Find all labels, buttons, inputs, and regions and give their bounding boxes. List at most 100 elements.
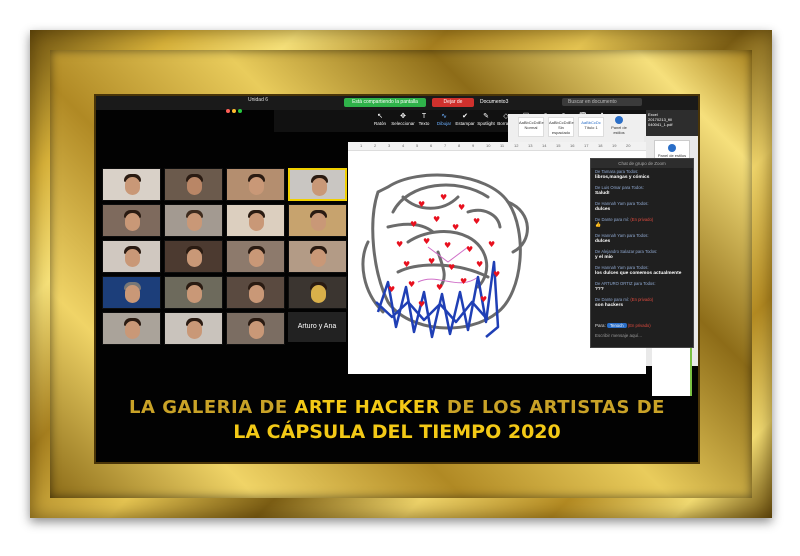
zoom-top-bar: Unidad 6 Está compartiendo la pantalla D… [96,96,698,113]
participant-tile[interactable] [102,168,161,201]
participant-tile[interactable] [226,240,285,273]
ruler-number: 16 [570,143,575,148]
svg-text:♥: ♥ [452,223,459,232]
participant-tile[interactable] [102,276,161,309]
ruler-number: 18 [598,143,603,148]
banner-title: LA GALERIA DE ARTE HACKER DE LOS ARTISTA… [96,396,698,444]
chat-messages: De Tamara para Todos: libros,mangas y cóm… [595,169,689,313]
svg-text:♥: ♥ [433,215,440,224]
ruler-number: 10 [486,143,491,148]
ruler-number: 17 [584,143,589,148]
ruler-number: 1 [360,143,363,148]
participant-tile[interactable] [164,312,223,345]
style-no-spacing[interactable]: AaBbCcDdEe Sin espaciado [548,117,574,137]
participant-tile[interactable] [288,240,347,273]
svg-text:♥: ♥ [458,203,465,212]
window-label: Unidad 6 [248,97,269,103]
document-search-input[interactable]: Buscar en documento [562,98,642,106]
participant-tile[interactable] [226,276,285,309]
minimize-window-icon[interactable] [232,109,236,113]
participant-tile[interactable] [288,204,347,237]
svg-text:♥: ♥ [418,300,425,309]
svg-text:♥: ♥ [428,257,435,266]
ruler-number: 9 [472,143,475,148]
svg-text:♥: ♥ [444,241,451,250]
tool-mouse[interactable]: ↖ Ratón [368,112,392,126]
document-name: Documento3 [480,99,509,105]
participant-tile-active-speaker[interactable] [288,168,347,201]
svg-text:♥: ♥ [493,270,500,279]
ruler-number: 11 [500,143,505,148]
chat-message: De Luis Omar para Todos: Salud! [595,185,644,196]
ruler-number: 20 [626,143,631,148]
chat-message: De ARTURO ORTIZ para Todos:??? [595,281,656,292]
svg-text:♥: ♥ [460,277,467,286]
svg-text:♥: ♥ [408,280,415,289]
style-heading-1[interactable]: AaBbCcDc Título 1 [578,117,604,137]
group-chat-panel: Chat de grupo de Zoom De Tamara para Tod… [590,158,694,348]
chat-title: Chat de grupo de Zoom [591,159,693,168]
participant-tile[interactable] [164,276,223,309]
participant-name-tile[interactable]: Arturo y Ana [288,312,346,342]
participant-gallery: Arturo y Ana [102,168,348,346]
participant-tile[interactable] [164,240,223,273]
stop-share-button[interactable]: Dejar de [432,98,474,107]
ruler-number: 13 [528,143,533,148]
participant-tile[interactable] [102,204,161,237]
close-window-icon[interactable] [226,109,230,113]
style-normal[interactable]: AaBbCcDdEe Normal [518,117,544,137]
chat-recipient-row: Para: Tenoch (En privado) [595,323,651,328]
styles-panel-icon [668,144,676,152]
chat-message: De Hannah Yam para Todos: los dulces que … [595,265,682,276]
banner-line-1: LA GALERIA DE ARTE HACKER DE LOS ARTISTA… [129,397,665,418]
svg-text:♥: ♥ [448,263,455,272]
svg-text:♥: ♥ [480,295,487,304]
participant-tile[interactable] [102,312,161,345]
svg-text:♥: ♥ [403,260,410,269]
ruler-number: 8 [458,143,461,148]
document-ruler: 1 2 3 4 5 6 7 8 9 10 11 12 13 14 15 16 17 18 19 20 [348,142,646,151]
chat-message: De Hannah Yam para Todos: dulces [595,201,649,212]
ruler-number: 6 [430,143,433,148]
svg-text:♥: ♥ [473,217,480,226]
svg-text:♥: ♥ [423,237,430,246]
ruler-number: 19 [612,143,617,148]
ruler-number: 15 [556,143,561,148]
ruler-number: 14 [542,143,547,148]
chat-message-private: De Dante para mí: (En privado) son hacker… [595,297,654,308]
ruler-number: 3 [388,143,391,148]
zoom-window-icon[interactable] [238,109,242,113]
recipient-dropdown[interactable]: Tenoch [607,323,627,328]
svg-text:♥: ♥ [436,283,443,292]
participant-tile[interactable] [226,168,285,201]
chat-message-input[interactable]: Escribir mensaje aquí... [595,333,642,338]
chat-message: De Alejandro Salazar para Todos: y el mío [595,249,658,260]
sharing-status-pill[interactable]: Está compartiendo la pantalla [344,98,426,107]
participant-tile[interactable] [226,204,285,237]
chat-message: De Tamara para Todos: libros,mangas y cóm… [595,169,650,180]
participant-tile[interactable] [102,240,161,273]
participant-tile[interactable] [164,168,223,201]
svg-text:♥: ♥ [466,245,473,254]
svg-text:♥: ♥ [418,200,425,209]
svg-text:♥: ♥ [440,193,447,202]
ruler-number: 12 [514,143,519,148]
svg-text:♥: ♥ [388,285,395,294]
ruler-number: 5 [416,143,419,148]
participant-tile[interactable] [164,204,223,237]
svg-text:♥: ♥ [396,240,403,249]
window-controls[interactable] [226,100,244,118]
styles-panel-button[interactable]: Panel de estilos [608,116,630,135]
ruler-number: 7 [444,143,447,148]
styles-panel-icon [615,116,623,124]
chat-message-private: De Dante para mí: (En privado) 👍 [595,217,654,228]
cursor-icon: ↖ [377,113,383,120]
participant-tile[interactable] [288,276,347,309]
hacker-drawing: ♥♥♥ ♥♥♥♥ ♥ ♥ ♥ ♥♥ ♥ ♥♥ ♥ ♥ ♥♥♥ ♥♥♥ [361,173,529,339]
ruler-number: 4 [402,143,405,148]
participant-tile[interactable] [226,312,285,345]
svg-text:♥: ♥ [410,220,417,229]
svg-text:♥: ♥ [476,260,483,269]
banner-line-2: LA CÁPSULA DEL TIEMPO 2020 [233,421,561,443]
zoom-screenshot: Unidad 6 Está compartiendo la pantalla D… [96,96,698,462]
